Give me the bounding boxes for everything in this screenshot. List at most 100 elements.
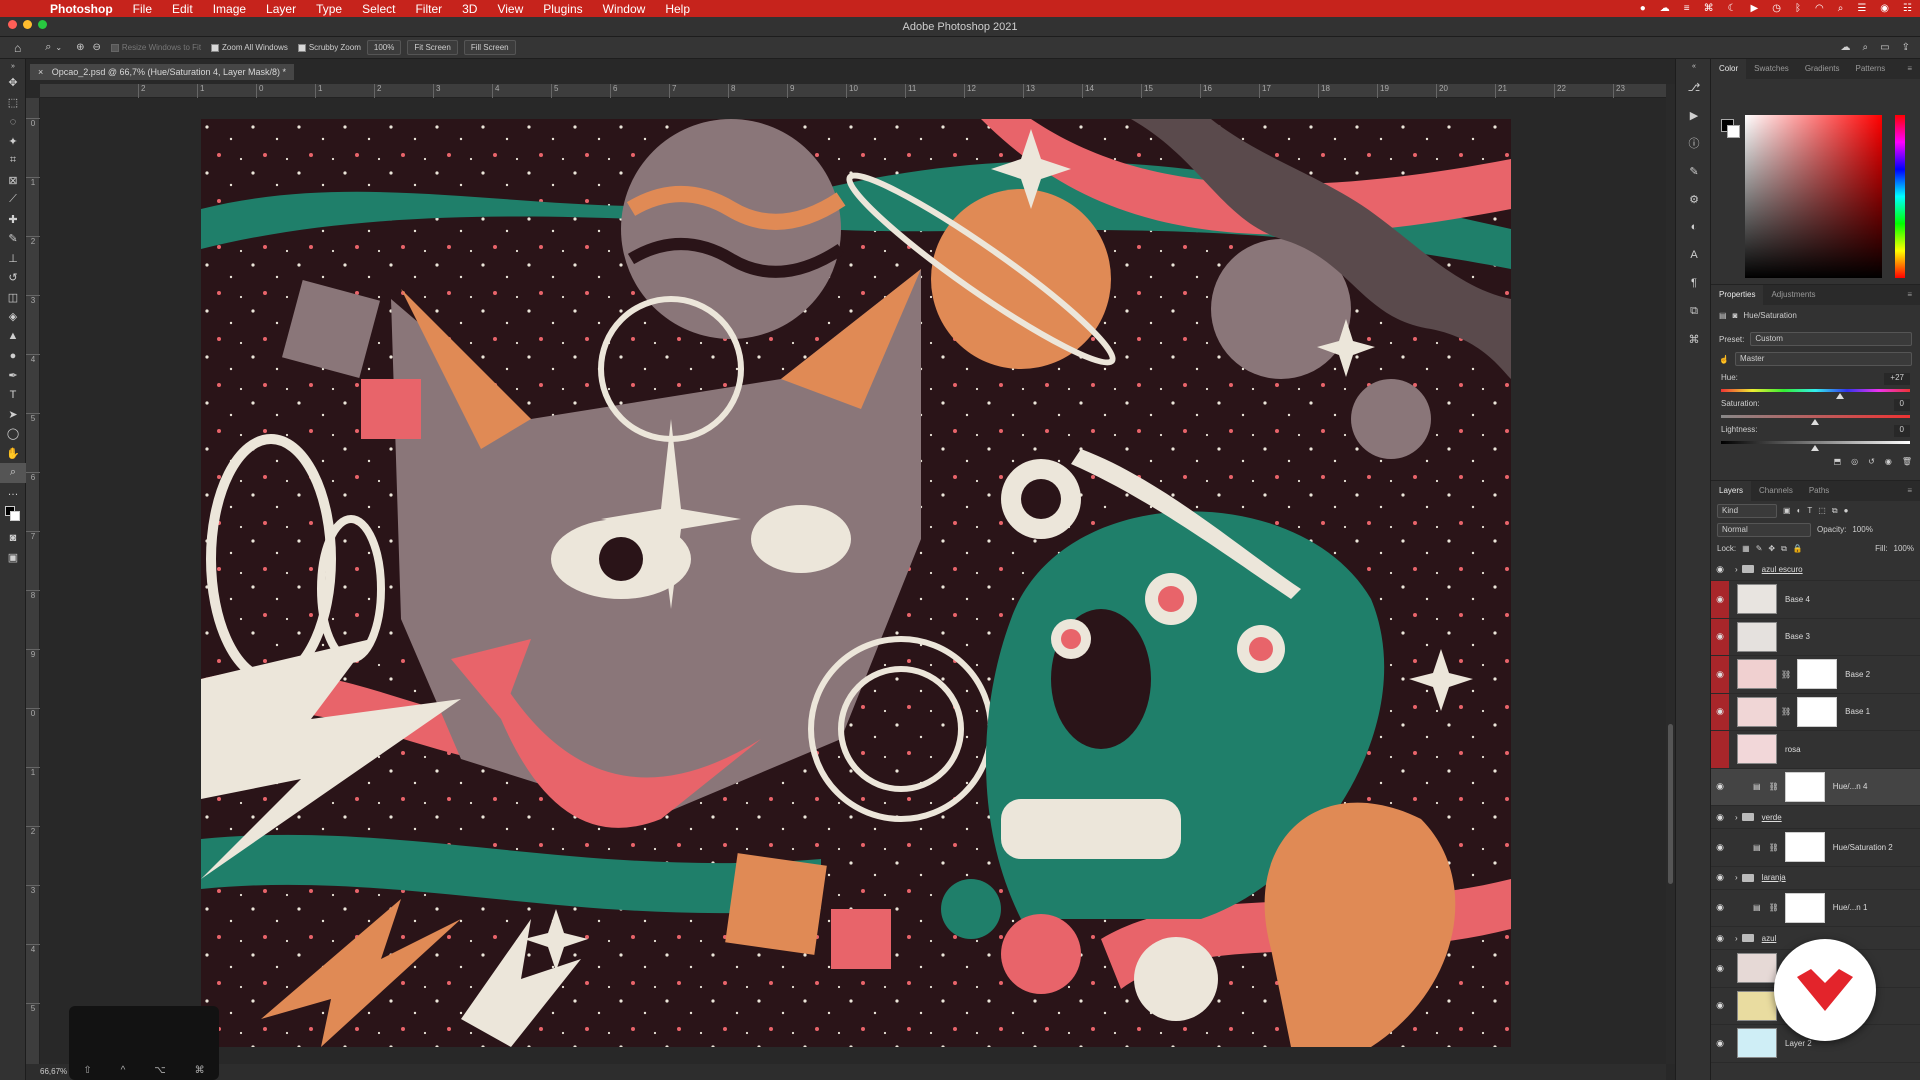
zoom-tool-icon[interactable]: ⌕ xyxy=(0,463,26,483)
lock-artboard-icon[interactable]: ⧉ xyxy=(1781,544,1787,554)
workspace-icon[interactable]: ▭ xyxy=(1880,42,1889,53)
home-icon[interactable]: ⌂ xyxy=(14,41,21,55)
menu-help[interactable]: Help xyxy=(665,2,690,16)
layer-thumbnail[interactable] xyxy=(1737,659,1777,690)
filter-shape-icon[interactable]: ⬚ xyxy=(1818,506,1826,515)
trash-icon[interactable]: 🗑 xyxy=(1902,457,1912,466)
link-icon[interactable]: ⛓ xyxy=(1769,903,1779,912)
menu-type[interactable]: Type xyxy=(316,2,342,16)
tab-adjustments[interactable]: Adjustments xyxy=(1763,285,1823,305)
filter-kind-dropdown[interactable]: Kind xyxy=(1717,503,1777,518)
menu-view[interactable]: View xyxy=(497,2,523,16)
visibility-eye-icon[interactable]: ◉ xyxy=(1711,564,1729,575)
vertical-scrollbar[interactable] xyxy=(1666,84,1675,1064)
layer-mask-thumbnail[interactable] xyxy=(1797,696,1838,727)
layer-group-row[interactable]: ◉ › azul escuro xyxy=(1711,558,1920,581)
bluetooth-icon[interactable]: ᛒ xyxy=(1795,3,1801,14)
hue-thumb[interactable] xyxy=(1836,393,1844,399)
character-icon[interactable]: A xyxy=(1676,241,1712,269)
layer-name[interactable]: Hue/...n 4 xyxy=(1833,782,1868,791)
menu-3d[interactable]: 3D xyxy=(462,2,477,16)
fill-screen-button[interactable]: Fill Screen xyxy=(463,40,516,55)
menu-layer[interactable]: Layer xyxy=(266,2,296,16)
blur-tool-icon[interactable]: ▲ xyxy=(0,327,26,347)
zoom-in-icon[interactable]: ⊕ xyxy=(76,42,84,53)
option-key-icon[interactable]: ⌥ xyxy=(154,1065,166,1076)
saturation-value-field[interactable]: 0 xyxy=(1893,399,1910,411)
frame-tool-icon[interactable]: ⊠ xyxy=(0,171,26,191)
magic-wand-tool-icon[interactable]: ✦ xyxy=(0,132,26,152)
filter-pixel-icon[interactable]: ▣ xyxy=(1783,506,1791,515)
visibility-eye-icon[interactable]: ◉ xyxy=(1711,902,1729,913)
notification-icon[interactable]: ☷ xyxy=(1903,3,1912,14)
healing-brush-tool-icon[interactable]: ✚ xyxy=(0,210,26,230)
view-previous-icon[interactable]: ◎ xyxy=(1851,457,1858,466)
link-icon[interactable]: ⛓ xyxy=(1781,670,1791,679)
filter-toggle-icon[interactable]: ● xyxy=(1844,506,1849,515)
layer-name[interactable]: rosa xyxy=(1785,745,1801,754)
eyedropper-tool-icon[interactable]: ⟋ xyxy=(0,190,26,210)
search-icon[interactable]: ⌕ xyxy=(1838,3,1844,14)
close-tab-icon[interactable]: × xyxy=(38,67,43,77)
clone-stamp-tool-icon[interactable]: ⊥ xyxy=(0,249,26,269)
saturation-thumb[interactable] xyxy=(1811,419,1819,425)
layer-name[interactable]: Layer 2 xyxy=(1785,1039,1812,1048)
type-tool-icon[interactable]: T xyxy=(0,385,26,405)
marquee-tool-icon[interactable]: ⬚ xyxy=(0,93,26,113)
wifi-icon[interactable]: ◠ xyxy=(1815,3,1824,14)
background-color-swatch[interactable] xyxy=(1727,125,1740,138)
link-icon[interactable]: ⛓ xyxy=(1781,707,1791,716)
layer-thumbnail[interactable] xyxy=(1737,1028,1777,1059)
crop-tool-icon[interactable]: ⌗ xyxy=(0,151,26,171)
panel-menu-icon[interactable]: ≡ xyxy=(1899,481,1920,501)
pen-tool-icon[interactable]: ✒ xyxy=(0,366,26,386)
brush-settings-icon[interactable]: ✎ xyxy=(1676,157,1712,185)
more-tools-icon[interactable]: … xyxy=(0,483,26,503)
menu-window[interactable]: Window xyxy=(603,2,646,16)
cloud-docs-icon[interactable]: ☁ xyxy=(1841,42,1851,53)
zoom-all-windows-checkbox[interactable]: Zoom All Windows xyxy=(211,43,288,52)
panel-menu-icon[interactable]: ≡ xyxy=(1899,59,1920,79)
horizontal-ruler[interactable]: 2 1 0 1 2 3 4 5 6 7 8 9 10 11 12 13 14 15 16 17 18 19 20 21 22 23… xyxy=(40,84,1684,98)
move-tool-icon[interactable]: ✥ xyxy=(0,73,26,93)
collapse-icon[interactable]: » xyxy=(0,59,26,73)
control-key-icon[interactable]: ^ xyxy=(121,1065,126,1076)
reset-icon[interactable]: ↺ xyxy=(1868,457,1875,466)
visibility-eye-icon[interactable] xyxy=(1711,731,1729,768)
adjustments-icon[interactable]: ⚙ xyxy=(1676,185,1712,213)
control-center-icon[interactable]: ☰ xyxy=(1857,3,1866,14)
zoom-level[interactable]: 66,67% xyxy=(40,1067,67,1076)
link-icon[interactable]: ⛓ xyxy=(1769,782,1779,791)
artwork-canvas[interactable] xyxy=(201,119,1511,1047)
visibility-eye-icon[interactable]: ◉ xyxy=(1711,581,1729,618)
moon-icon[interactable]: ☾ xyxy=(1728,3,1737,14)
hue-value-field[interactable]: +27 xyxy=(1884,373,1910,385)
scrollbar-thumb[interactable] xyxy=(1668,724,1673,884)
layer-thumbnail[interactable] xyxy=(1737,696,1777,727)
lock-all-icon[interactable]: 🔒 xyxy=(1793,544,1803,553)
minimize-window-button[interactable] xyxy=(23,20,32,29)
lock-transparent-icon[interactable]: ▦ xyxy=(1742,544,1750,553)
tab-properties[interactable]: Properties xyxy=(1711,285,1764,305)
layer-thumbnail[interactable] xyxy=(1737,584,1777,615)
hue-adjust-slider[interactable] xyxy=(1721,385,1910,399)
fit-screen-button[interactable]: Fit Screen xyxy=(407,40,458,55)
styles-icon[interactable]: ◐ xyxy=(1676,213,1712,241)
layer-row[interactable]: ◉ Base 4 xyxy=(1711,581,1920,619)
layer-name[interactable]: Base 1 xyxy=(1845,707,1870,716)
saturation-slider[interactable] xyxy=(1721,411,1910,425)
layer-mask-thumbnail[interactable] xyxy=(1797,659,1838,690)
menu-plugins[interactable]: Plugins xyxy=(543,2,582,16)
layer-name[interactable]: Hue/Saturation 2 xyxy=(1833,843,1893,852)
paragraph-icon[interactable]: ¶ xyxy=(1676,269,1712,297)
filter-type-icon[interactable]: T xyxy=(1807,506,1812,515)
document-tab[interactable]: × Opcao_2.psd @ 66,7% (Hue/Saturation 4,… xyxy=(30,64,295,80)
command-icon[interactable]: ⌘ xyxy=(1704,3,1714,14)
history-icon[interactable]: ⎇ xyxy=(1676,73,1712,101)
lightness-value-field[interactable]: 0 xyxy=(1893,425,1910,437)
layer-row[interactable]: rosa xyxy=(1711,731,1920,769)
close-window-button[interactable] xyxy=(8,20,17,29)
visibility-eye-icon[interactable]: ◉ xyxy=(1711,872,1729,883)
actions-icon[interactable]: ▶ xyxy=(1676,101,1712,129)
clip-to-layer-icon[interactable]: ⬒ xyxy=(1834,457,1842,466)
